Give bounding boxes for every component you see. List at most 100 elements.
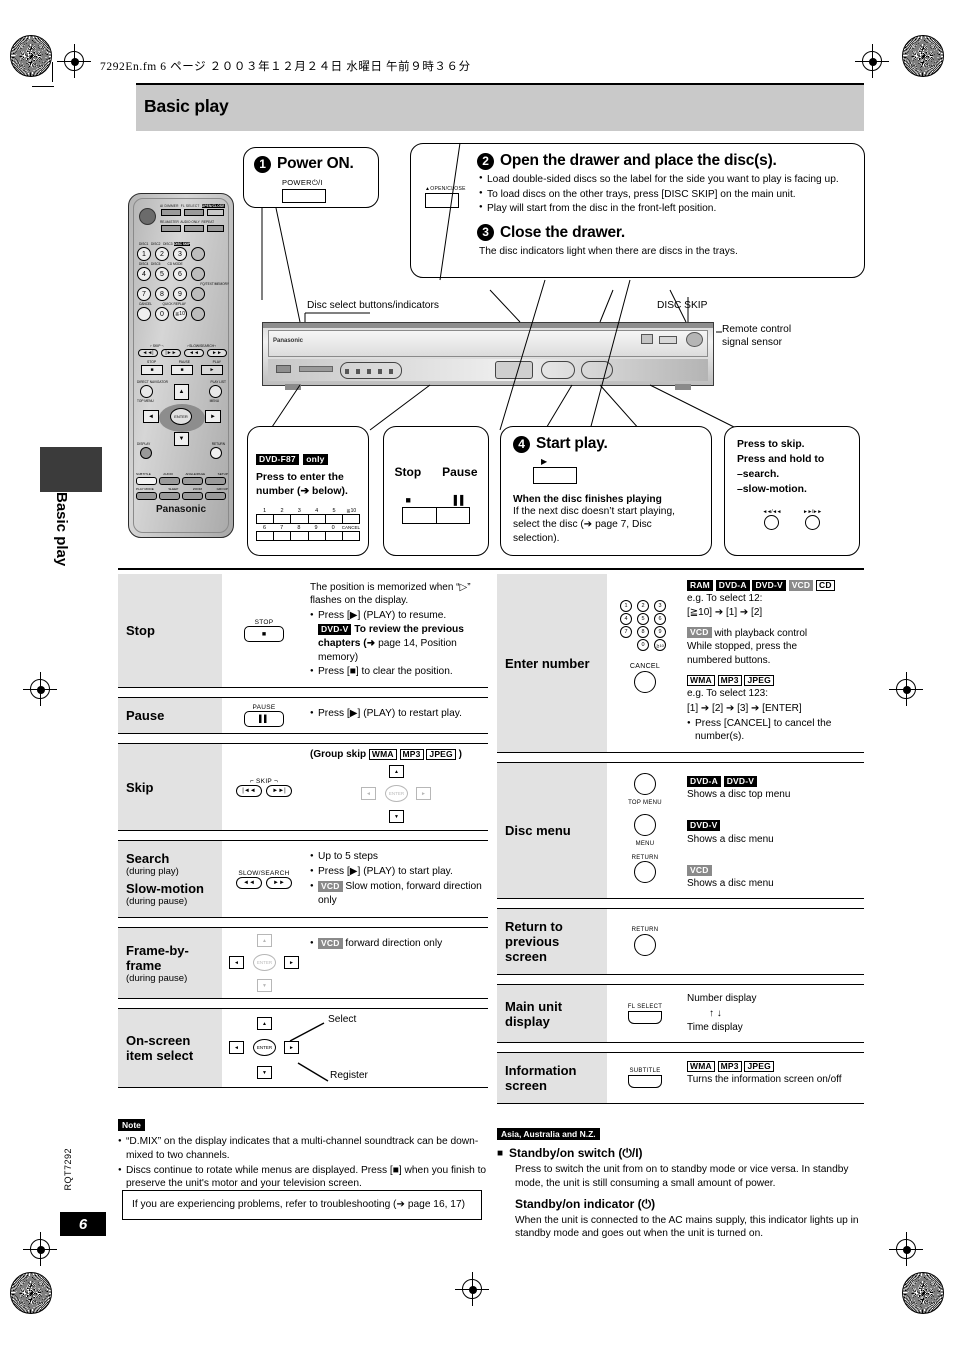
remote-subtitle-button[interactable]: [136, 477, 157, 485]
remote-dpad-up-button[interactable]: ▲: [174, 384, 189, 400]
fl-select-key-graphic[interactable]: [628, 1010, 662, 1024]
skip-dpad-right[interactable]: ►: [416, 787, 431, 801]
remote-ai-dimmer-button[interactable]: [161, 209, 181, 216]
play-button-graphic[interactable]: [533, 467, 577, 484]
main-unit-keypad-group[interactable]: [495, 361, 533, 379]
remote-transport-row[interactable]: STOP PAUSE PLAY ■ ■ ►: [141, 360, 227, 375]
skip-dpad-left[interactable]: ◄: [361, 787, 376, 801]
menu-key-group[interactable]: MENU: [634, 814, 656, 847]
remote-dpad-left-button[interactable]: ◄: [143, 410, 159, 423]
row-key-pause[interactable]: PAUSE ▌▌: [222, 698, 306, 733]
callout-stop-button[interactable]: [402, 507, 436, 524]
frame-dpad-right[interactable]: ►: [284, 956, 299, 970]
frame-dpad-down[interactable]: ▼: [257, 979, 272, 993]
frame-dpad-graphic[interactable]: ▲ ◄ ENTER ► ▼: [227, 934, 301, 993]
remote-key-memory[interactable]: [191, 287, 205, 301]
subtitle-key-graphic[interactable]: [628, 1074, 662, 1088]
keypad-key-6[interactable]: 6: [654, 613, 666, 625]
remote-skip-search-row[interactable]: ⌐ SKIP ¬ ⌐SLOW/SEARCH¬ ◄◄| |►► ◄◄ ►►: [138, 344, 228, 357]
open-close-button-graphic[interactable]: [425, 193, 459, 208]
remote-open-close-button[interactable]: [207, 209, 224, 216]
remote-number-pad[interactable]: DISC1 DISC2 DISC3 DISC SKIP 1 2 3 DISC4 …: [137, 242, 229, 321]
remote-return-button[interactable]: [210, 447, 222, 459]
keypad-key-9[interactable]: 9: [654, 626, 666, 638]
row-key-stop[interactable]: STOP ■: [222, 574, 306, 687]
frame-dpad-up[interactable]: ▲: [257, 934, 272, 948]
remote-angle-page-button[interactable]: [182, 477, 203, 485]
frame-dpad-left[interactable]: ◄: [229, 956, 244, 970]
remote-skip-back-button[interactable]: ◄◄|: [138, 349, 158, 357]
remote-key-6[interactable]: 6: [173, 267, 187, 281]
stop-key-graphic[interactable]: ■: [244, 626, 284, 643]
skip-dpad-up[interactable]: ▲: [389, 765, 404, 779]
remote-fl-select-button[interactable]: [184, 209, 204, 216]
skip-dpad-graphic[interactable]: ▲ ◄ ENTER ► ▼: [359, 765, 433, 824]
remote-skip-fwd-button[interactable]: |►►: [161, 349, 181, 357]
main-unit-transport-group[interactable]: [541, 361, 575, 379]
keypad-key-2[interactable]: 2: [637, 600, 649, 612]
remote-key-ge10[interactable]: ≧10: [173, 307, 187, 321]
skip-dpad-down[interactable]: ▼: [389, 810, 404, 824]
main-unit-jog-group[interactable]: [581, 361, 613, 379]
row-key-search[interactable]: SLOW/SEARCH ◄◄ ►►: [222, 841, 306, 917]
remote-search-fwd-button[interactable]: ►►: [207, 349, 227, 357]
remote-nav-cluster[interactable]: DIRECT NAVIGATOR TOP MENU PLAY LIST MENU…: [135, 380, 229, 459]
row-key-information-screen[interactable]: SUBTITLE: [607, 1053, 683, 1103]
remote-audio-button[interactable]: [159, 477, 180, 485]
return-screen-key-graphic[interactable]: [634, 934, 656, 957]
enter-number-keypad[interactable]: 1 2 3 4 5 6 7 8 9 0 ≧10: [620, 600, 670, 651]
remote-direct-navigator-button[interactable]: [140, 385, 153, 398]
remote-audio-only-button[interactable]: [184, 225, 204, 232]
return-key-group[interactable]: RETURN: [632, 855, 659, 888]
search-fwd-key-graphic[interactable]: ►►: [266, 876, 292, 889]
top-menu-key-graphic[interactable]: [633, 773, 656, 796]
remote-key-2[interactable]: 2: [155, 247, 169, 261]
onscreen-dpad-left[interactable]: ◄: [229, 1041, 244, 1055]
remote-key-4[interactable]: 4: [137, 267, 151, 281]
frame-dpad-enter[interactable]: ENTER: [253, 954, 276, 972]
keypad-key-7[interactable]: 7: [620, 626, 632, 638]
remote-dpad-down-button[interactable]: ▼: [174, 432, 189, 446]
onscreen-dpad-down[interactable]: ▼: [257, 1066, 272, 1080]
remote-display-button[interactable]: [140, 447, 152, 459]
remote-key-cd-mode[interactable]: [191, 267, 205, 281]
onscreen-dpad-up[interactable]: ▲: [257, 1017, 272, 1031]
skip-fwd-key-graphic[interactable]: ►►|: [266, 784, 292, 797]
remote-key-quick-replay[interactable]: [191, 307, 205, 321]
skip-back-knob[interactable]: [764, 515, 780, 531]
remote-zoom-button[interactable]: [182, 492, 203, 500]
remote-setup-button[interactable]: [205, 477, 226, 485]
main-unit-standby-button[interactable]: [276, 365, 291, 373]
power-button-graphic[interactable]: [282, 189, 326, 203]
remote-bottom-rows[interactable]: SUBTITLE AUDIO ANGLE/PAGE SETUP PLAY MODE SL…: [136, 472, 228, 500]
skip-fwd-knob[interactable]: [804, 515, 820, 531]
row-key-disc-menu[interactable]: TOP MENU MENU RETURN: [607, 763, 683, 898]
row-key-enter-number[interactable]: 1 2 3 4 5 6 7 8 9 0 ≧10 CANCEL: [607, 574, 683, 752]
pause-key-graphic[interactable]: ▌▌: [244, 711, 284, 728]
cancel-key-graphic[interactable]: [634, 671, 656, 693]
remote-play-button[interactable]: ►: [201, 365, 223, 375]
remote-stop-button[interactable]: ■: [141, 365, 163, 375]
callout-pause-button[interactable]: [436, 507, 470, 524]
keypad-key-ge10[interactable]: ≧10: [654, 639, 666, 651]
keypad-key-1[interactable]: 1: [620, 600, 632, 612]
keypad-key-8[interactable]: 8: [637, 626, 649, 638]
row-key-return-screen[interactable]: RETURN: [607, 909, 683, 974]
skip-dpad-enter[interactable]: ENTER: [385, 785, 408, 803]
row-key-skip[interactable]: ⌐ SKIP ¬ |◄◄ ►►|: [222, 744, 306, 830]
remote-dpad-right-button[interactable]: ►: [205, 410, 221, 423]
remote-re-master-button[interactable]: [161, 225, 181, 232]
skip-back-key-graphic[interactable]: |◄◄: [236, 784, 262, 797]
remote-key-3[interactable]: 3: [173, 247, 187, 261]
row-key-frame[interactable]: ▲ ◄ ENTER ► ▼: [222, 928, 306, 998]
row-key-main-unit-display[interactable]: FL SELECT: [607, 985, 683, 1042]
remote-key-7[interactable]: 7: [137, 287, 151, 301]
keypad-key-3[interactable]: 3: [654, 600, 666, 612]
main-unit-disc-skip-button[interactable]: [641, 334, 653, 344]
onscreen-dpad-enter[interactable]: ENTER: [253, 1039, 276, 1057]
remote-key-1[interactable]: 1: [137, 247, 151, 261]
remote-enter-button[interactable]: ENTER: [170, 408, 192, 425]
remote-play-mode-button[interactable]: [136, 492, 157, 500]
keypad-key-4[interactable]: 4: [620, 613, 632, 625]
numpad-grid[interactable]: 1 2 3 4 5 ≧10 6 7 8 9 0 CANCEL: [256, 508, 360, 542]
